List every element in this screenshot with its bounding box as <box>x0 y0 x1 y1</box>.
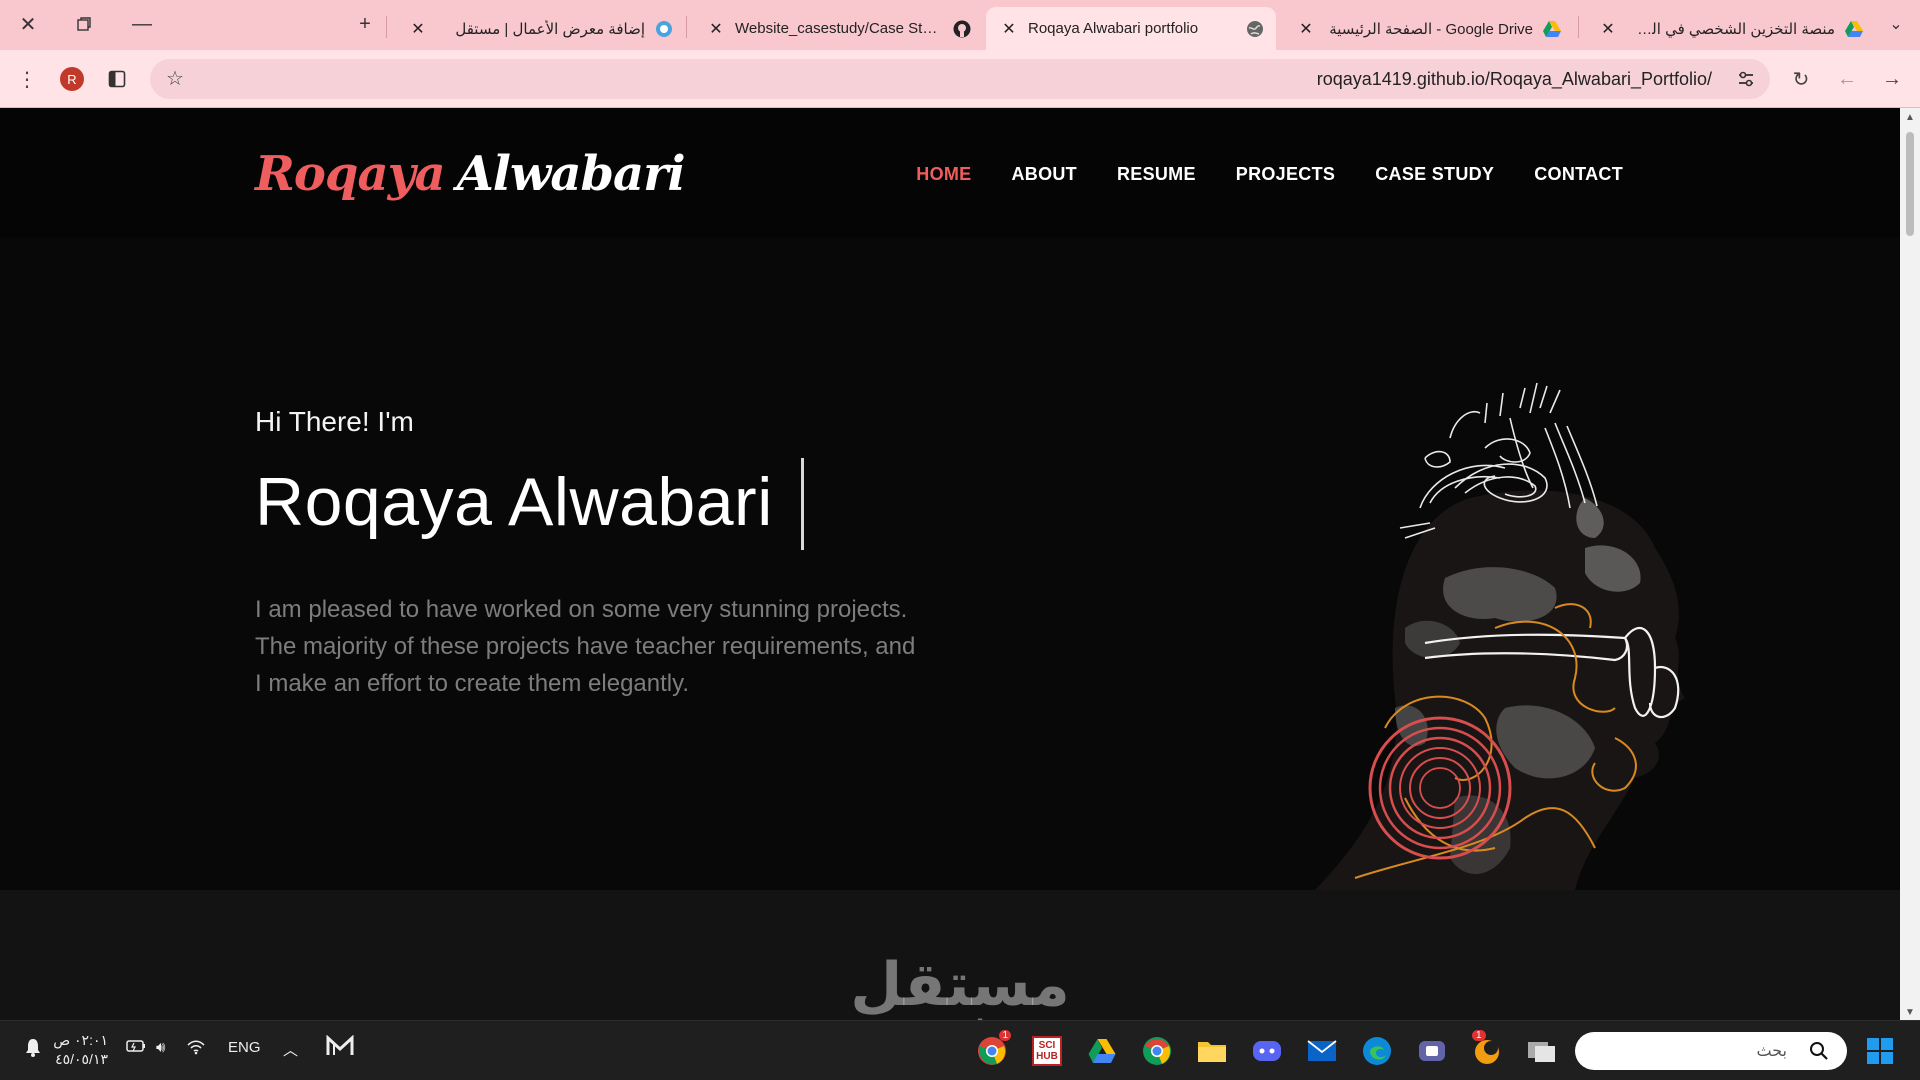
tab-separator <box>686 16 687 38</box>
battery-icon[interactable] <box>126 1039 146 1053</box>
intro-line: I make an effort to create them elegantl… <box>255 670 690 697</box>
minimize-window-icon[interactable]: — <box>122 8 162 40</box>
language-indicator[interactable]: ENG <box>228 1039 261 1056</box>
hero-intro: I am pleased to have worked on some very… <box>255 591 955 702</box>
tab-title: Roqaya Alwabari portfolio <box>1028 20 1199 37</box>
close-tab-icon[interactable]: ✕ <box>1295 19 1317 39</box>
chrome-profile-taskbar-icon[interactable] <box>1138 1032 1176 1070</box>
close-window-icon[interactable]: ✕ <box>8 8 48 40</box>
scihub-taskbar-icon[interactable]: SCI HUB <box>1028 1032 1066 1070</box>
windows-taskbar: ٠٢:٠١ ص ٤٥/٠٥/١٣ 🔊︎ ENG ︿ 1 SCI HUB 1 بح… <box>0 1020 1920 1080</box>
discord-taskbar-icon[interactable] <box>1248 1032 1286 1070</box>
edge-taskbar-icon[interactable] <box>1358 1032 1396 1070</box>
page-scrollbar[interactable]: ▲ ▼ <box>1900 108 1920 1020</box>
side-panel-icon[interactable] <box>100 62 134 96</box>
address-bar[interactable]: ☆ roqaya1419.github.io/Roqaya_Alwabari_P… <box>150 59 1770 99</box>
nav-home[interactable]: HOME <box>916 164 971 185</box>
nav-about[interactable]: ABOUT <box>1011 164 1077 185</box>
hero-portrait-illustration <box>1315 382 1685 890</box>
tab-google-drive-home[interactable]: ✕ Google Drive - الصفحة الرئيسية <box>1283 7 1573 50</box>
new-tab-button[interactable]: + <box>345 8 385 40</box>
volume-icon[interactable]: 🔊︎ <box>156 1039 165 1056</box>
bookmark-star-icon[interactable]: ☆ <box>166 66 184 91</box>
app-m-logo-icon[interactable] <box>326 1035 354 1057</box>
tab-search-chevron-icon[interactable]: ⌄ <box>1876 8 1916 40</box>
scroll-up-icon[interactable]: ▲ <box>1905 112 1915 123</box>
tab-separator <box>1578 16 1579 38</box>
tab-github-casestudy[interactable]: ✕ Website_casestudy/Case Study. <box>693 7 983 50</box>
close-tab-icon[interactable]: ✕ <box>407 19 429 39</box>
teams-taskbar-icon[interactable] <box>1413 1032 1451 1070</box>
tab-title: Website_casestudy/Case Study. <box>735 20 943 37</box>
notification-bell-icon[interactable] <box>24 1037 42 1057</box>
nav-case-study[interactable]: CASE STUDY <box>1375 164 1494 185</box>
hero-greeting: Hi There! I'm <box>255 406 414 437</box>
search-placeholder: بحث <box>1756 1043 1788 1060</box>
nav-projects[interactable]: PROJECTS <box>1236 164 1335 185</box>
wifi-icon[interactable] <box>186 1039 206 1055</box>
hero-name: Roqaya Alwabari <box>255 464 773 540</box>
tab-mostaql[interactable]: ✕ إضافة معرض الأعمال | مستقل <box>395 7 685 50</box>
profile-avatar[interactable]: R <box>55 62 89 96</box>
forward-arrow-icon[interactable]: → <box>1875 62 1909 96</box>
mostaql-favicon-icon <box>655 20 673 38</box>
scihub-label: SCI HUB <box>1032 1036 1062 1066</box>
close-tab-icon[interactable]: ✕ <box>1597 19 1619 39</box>
hero-section: Hi There! I'm Roqaya Alwabari I am pleas… <box>0 238 1900 890</box>
google-drive-taskbar-icon[interactable] <box>1083 1032 1121 1070</box>
search-icon <box>1809 1041 1829 1066</box>
intro-line: The majority of these projects have teac… <box>255 633 916 660</box>
taskbar-search-box[interactable]: بحث <box>1575 1032 1847 1070</box>
site-settings-icon[interactable] <box>1736 69 1756 94</box>
web-page: Roqaya Alwabari HOME ABOUT RESUME PROJECT… <box>0 108 1900 1020</box>
tab-google-drive-storage[interactable]: ✕ منصة التخزين الشخصي في السحا <box>1585 7 1875 50</box>
tab-title: إضافة معرض الأعمال | مستقل <box>455 20 645 38</box>
site-header: Roqaya Alwabari HOME ABOUT RESUME PROJECT… <box>0 108 1900 238</box>
tab-title: منصة التخزين الشخصي في السحا <box>1627 20 1835 38</box>
logo-last-name: Alwabari <box>456 146 686 202</box>
logo-first-name: Roqaya <box>255 146 446 202</box>
nav-contact[interactable]: CONTACT <box>1534 164 1623 185</box>
typing-cursor <box>801 458 804 550</box>
close-tab-icon[interactable]: ✕ <box>998 19 1020 39</box>
tab-title: Google Drive - الصفحة الرئيسية <box>1329 20 1533 38</box>
next-section <box>0 890 1900 1020</box>
nav-resume[interactable]: RESUME <box>1117 164 1196 185</box>
scroll-down-icon[interactable]: ▼ <box>1905 1007 1915 1018</box>
file-explorer-taskbar-icon[interactable] <box>1193 1032 1231 1070</box>
url-text[interactable]: roqaya1419.github.io/Roqaya_Alwabari_Por… <box>1317 69 1712 90</box>
back-arrow-icon[interactable]: ← <box>1830 62 1864 96</box>
app-badge: 1 <box>1472 1030 1486 1041</box>
intro-line: I am pleased to have worked on some very… <box>255 596 908 623</box>
tab-separator <box>386 16 387 38</box>
profile-initial: R <box>60 67 84 91</box>
site-logo[interactable]: Roqaya Alwabari <box>255 146 686 202</box>
globe-favicon-icon <box>1246 20 1264 38</box>
reload-icon[interactable]: ↻ <box>1784 62 1818 96</box>
windows-start-icon[interactable] <box>1861 1032 1899 1070</box>
show-hidden-icons-chevron-icon[interactable]: ︿ <box>283 1039 298 1060</box>
chrome-taskbar-icon[interactable]: 1 <box>973 1030 1011 1070</box>
chrome-badge: 1 <box>999 1030 1011 1041</box>
tab-portfolio[interactable]: ✕ Roqaya Alwabari portfolio <box>986 7 1276 50</box>
taskbar-clock[interactable]: ٠٢:٠١ ص ٤٥/٠٥/١٣ <box>52 1031 108 1069</box>
google-drive-favicon-icon <box>1845 20 1863 38</box>
github-favicon-icon <box>953 20 971 38</box>
restore-window-icon[interactable] <box>64 8 104 40</box>
browser-toolbar: ⋮ R ☆ roqaya1419.github.io/Roqaya_Alwaba… <box>0 50 1920 108</box>
close-tab-icon[interactable]: ✕ <box>705 19 727 39</box>
scroll-thumb[interactable] <box>1906 132 1914 236</box>
chat-app-taskbar-icon[interactable]: 1 <box>1468 1030 1506 1070</box>
clock-date: ٤٥/٠٥/١٣ <box>55 1051 108 1067</box>
task-view-taskbar-icon[interactable] <box>1523 1032 1561 1070</box>
browser-tab-strip: ✕ — + ✕ إضافة معرض الأعمال | مستقل ✕ Web… <box>0 0 1920 50</box>
google-drive-favicon-icon <box>1543 20 1561 38</box>
mail-taskbar-icon[interactable] <box>1303 1032 1341 1070</box>
clock-time: ٠٢:٠١ ص <box>53 1032 108 1048</box>
kebab-menu-icon[interactable]: ⋮ <box>10 62 44 96</box>
main-nav: HOME ABOUT RESUME PROJECTS CASE STUDY CO… <box>916 164 1623 185</box>
